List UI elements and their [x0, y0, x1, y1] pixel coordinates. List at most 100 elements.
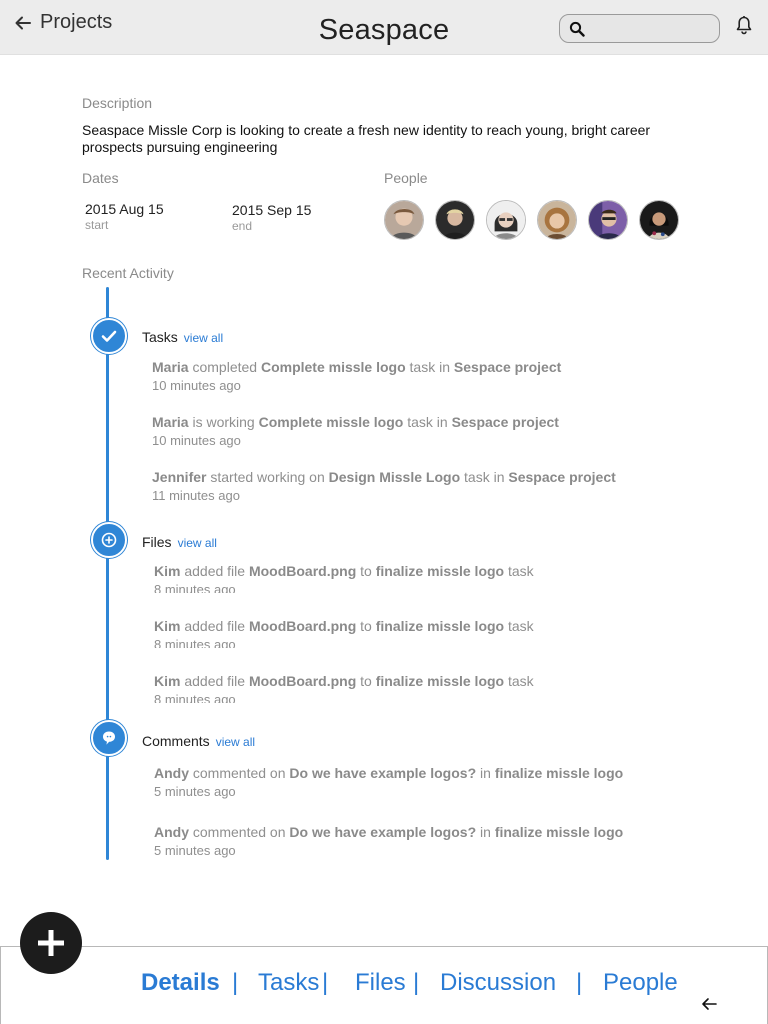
end-date-caption: end	[232, 219, 253, 233]
activity-verb: is working	[192, 414, 255, 430]
avatar[interactable]	[588, 200, 628, 240]
activity-target: finalize missle logo	[375, 563, 505, 579]
recent-activity-label: Recent Activity	[82, 265, 174, 281]
bottom-tab-bar: Details | Tasks | Files | Discussion | P…	[0, 946, 768, 1024]
description-label: Description	[82, 95, 153, 111]
activity-time: 10 minutes ago	[152, 378, 241, 393]
plus-circle-icon	[101, 532, 117, 548]
activity-verb: added file	[184, 618, 246, 634]
plus-icon	[38, 930, 64, 956]
tab-separator: |	[232, 969, 239, 996]
activity-suffix: task	[508, 673, 534, 689]
activity-actor: Kim	[154, 673, 181, 689]
activity-verb: commented on	[192, 824, 286, 840]
activity-suffix: task	[508, 563, 534, 579]
start-date-value: 2015 Aug 15	[85, 201, 164, 217]
activity-time: 8 minutes ago	[154, 582, 236, 593]
people-avatars	[384, 200, 690, 240]
activity-connector: to	[360, 673, 372, 689]
activity-object: Design Missle Logo	[328, 469, 461, 485]
search-icon	[569, 21, 585, 37]
avatar[interactable]	[537, 200, 577, 240]
description-text: Seaspace Missle Corp is looking to creat…	[82, 122, 651, 155]
search-box[interactable]	[559, 14, 720, 43]
search-input[interactable]	[592, 18, 712, 39]
activity-object: MoodBoard.png	[248, 618, 357, 634]
activity-connector: task in	[409, 359, 451, 375]
files-view-all-link[interactable]: view all	[178, 536, 217, 550]
avatar[interactable]	[435, 200, 475, 240]
tab-separator: |	[322, 969, 329, 996]
activity-object: Complete missle logo	[258, 414, 404, 430]
comments-title: Comments	[142, 733, 210, 749]
checkmark-icon	[101, 330, 117, 342]
activity-time: 8 minutes ago	[154, 692, 236, 703]
avatar[interactable]	[486, 200, 526, 240]
activity-object: Complete missle logo	[260, 359, 406, 375]
top-header: Projects Seaspace	[0, 0, 768, 55]
files-title: Files	[142, 534, 172, 550]
avatar[interactable]	[384, 200, 424, 240]
activity-time: 5 minutes ago	[154, 843, 236, 858]
list-item[interactable]: Andy commented on Do we have example log…	[154, 765, 623, 799]
tab-separator: |	[413, 969, 420, 996]
files-section-title: Files view all	[142, 534, 217, 550]
activity-target: finalize missle logo	[375, 673, 505, 689]
activity-actor: Jennifer	[152, 469, 207, 485]
tasks-badge	[91, 318, 127, 354]
start-date: 2015 Aug 15 start	[85, 201, 164, 232]
activity-timeline	[106, 287, 109, 860]
tasks-section-title: Tasks view all	[142, 329, 223, 345]
activity-verb: completed	[192, 359, 258, 375]
tab-separator: |	[576, 969, 583, 996]
activity-actor: Andy	[154, 824, 189, 840]
activity-target: Sespace project	[451, 414, 559, 430]
tasks-title: Tasks	[142, 329, 178, 345]
activity-actor: Kim	[154, 563, 181, 579]
tab-files[interactable]: Files	[355, 969, 406, 997]
activity-verb: started working on	[210, 469, 325, 485]
tab-discussion[interactable]: Discussion	[440, 969, 556, 997]
end-date: 2015 Sep 15 end	[232, 202, 311, 233]
tab-people[interactable]: People	[603, 969, 678, 997]
comments-view-all-link[interactable]: view all	[216, 735, 255, 749]
activity-verb: added file	[184, 673, 246, 689]
activity-object: Do we have example logos?	[289, 765, 477, 781]
activity-object: MoodBoard.png	[248, 563, 357, 579]
activity-time: 11 minutes ago	[152, 488, 240, 503]
activity-target: finalize missle logo	[494, 765, 624, 781]
start-date-caption: start	[85, 218, 109, 232]
list-item[interactable]: Maria completed Complete missle logo tas…	[152, 359, 561, 393]
people-label: People	[384, 170, 428, 186]
add-button[interactable]	[20, 912, 82, 974]
activity-object: MoodBoard.png	[248, 673, 357, 689]
activity-connector: task in	[464, 469, 505, 485]
activity-connector: to	[360, 618, 372, 634]
list-item[interactable]: Jennifer started working on Design Missl…	[152, 469, 616, 503]
activity-connector: in	[480, 824, 491, 840]
activity-actor: Kim	[154, 618, 181, 634]
list-item[interactable]: Kim added file MoodBoard.png to finalize…	[154, 563, 534, 593]
activity-connector: in	[480, 765, 491, 781]
activity-object: Do we have example logos?	[289, 824, 477, 840]
arrow-left-icon[interactable]	[701, 997, 717, 1011]
bell-icon[interactable]	[735, 15, 753, 35]
activity-time: 5 minutes ago	[154, 784, 236, 799]
activity-time: 8 minutes ago	[154, 637, 236, 648]
comments-badge	[91, 720, 127, 756]
activity-connector: to	[360, 563, 372, 579]
activity-target: Sespace project	[453, 359, 562, 375]
list-item[interactable]: Maria is working Complete missle logo ta…	[152, 414, 559, 448]
tab-details[interactable]: Details	[141, 969, 220, 997]
activity-time: 10 minutes ago	[152, 433, 241, 448]
avatar[interactable]	[639, 200, 679, 240]
activity-target: finalize missle logo	[494, 824, 624, 840]
list-item[interactable]: Kim added file MoodBoard.png to finalize…	[154, 673, 534, 703]
list-item[interactable]: Andy commented on Do we have example log…	[154, 824, 623, 858]
list-item[interactable]: Kim added file MoodBoard.png to finalize…	[154, 618, 534, 648]
end-date-value: 2015 Sep 15	[232, 202, 312, 218]
activity-target: finalize missle logo	[375, 618, 505, 634]
activity-actor: Maria	[152, 414, 189, 430]
tasks-view-all-link[interactable]: view all	[184, 331, 223, 345]
tab-tasks[interactable]: Tasks	[258, 969, 319, 997]
